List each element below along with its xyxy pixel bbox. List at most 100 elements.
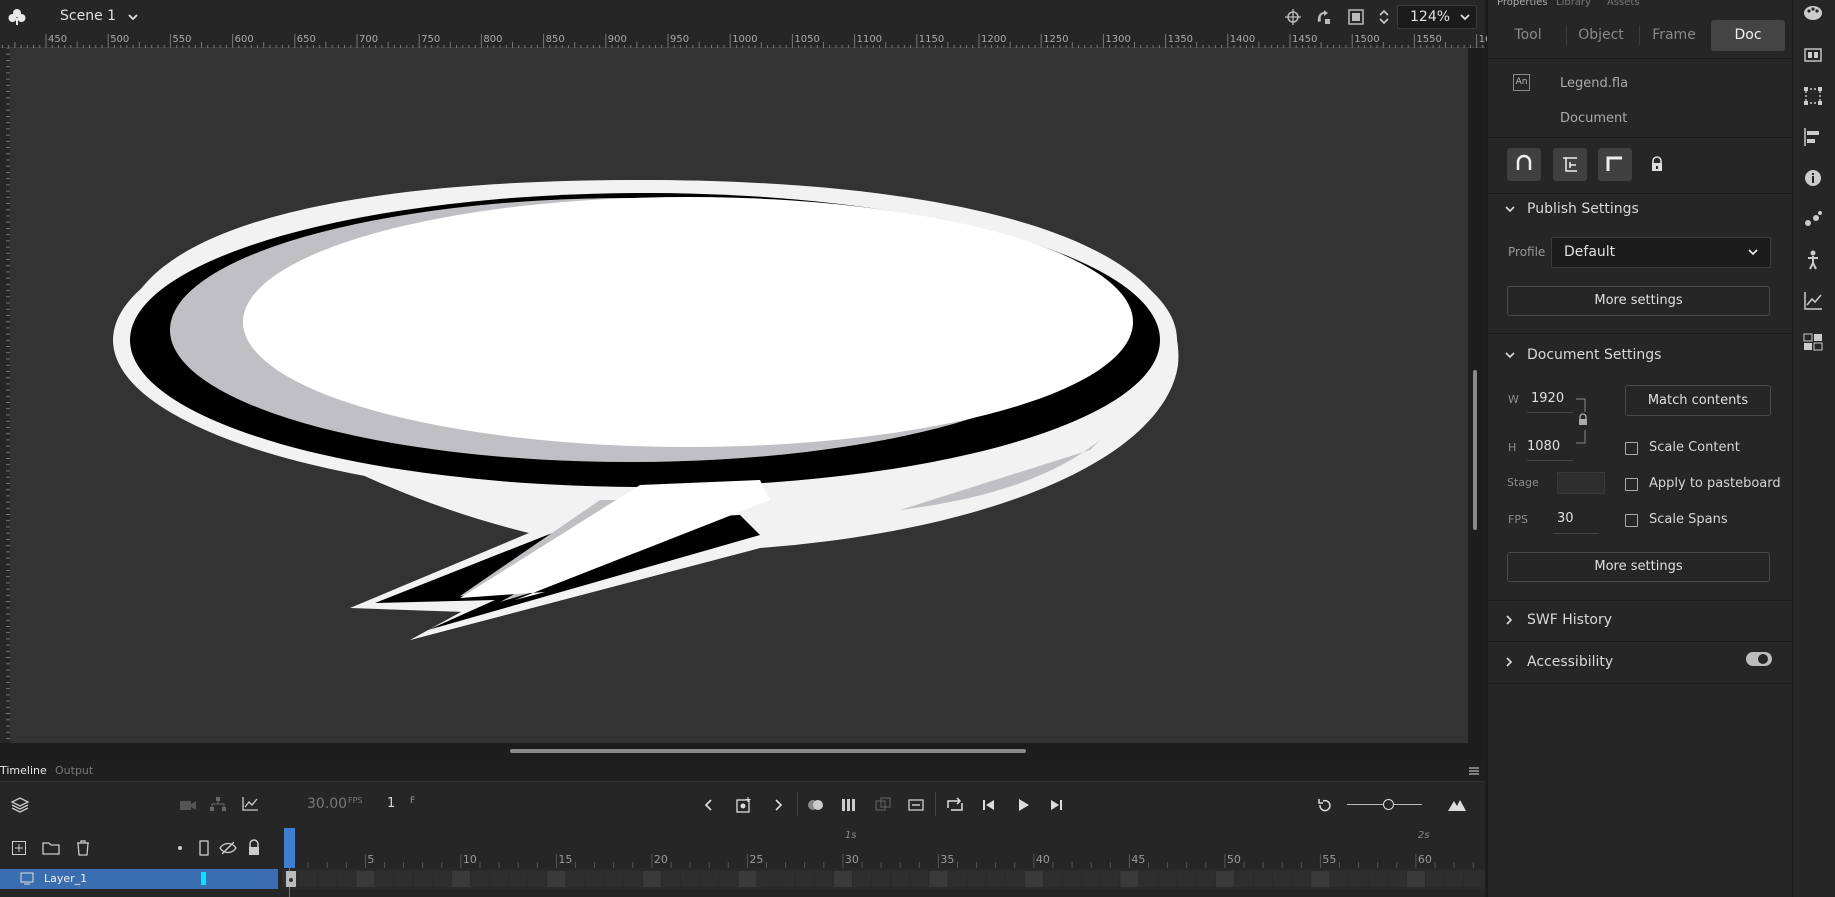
frame-cell[interactable] — [1120, 871, 1139, 887]
tab-output[interactable]: Output — [55, 764, 93, 777]
frame-cell[interactable] — [700, 871, 719, 887]
trash-icon[interactable] — [75, 839, 91, 857]
frame-cell[interactable] — [719, 871, 738, 887]
edit-multiple-frames-icon[interactable] — [840, 796, 858, 814]
frame-cell[interactable] — [451, 871, 470, 887]
frame-cell[interactable] — [776, 871, 795, 887]
frame-cell[interactable] — [394, 871, 413, 887]
current-frame-readout[interactable]: 1 — [387, 796, 395, 811]
width-field[interactable]: 1920 — [1531, 391, 1564, 406]
scale-content-checkbox[interactable] — [1625, 442, 1638, 455]
lock-icon[interactable] — [247, 839, 261, 856]
frame-cell[interactable] — [1445, 871, 1464, 887]
frame-cell[interactable] — [1024, 871, 1043, 887]
show-all-dot-icon[interactable] — [178, 846, 182, 850]
link-dimensions-icon[interactable] — [1575, 398, 1593, 444]
fps-readout[interactable]: 30.00 — [307, 796, 347, 812]
profile-dropdown[interactable]: Default — [1551, 237, 1771, 268]
frame-cell[interactable] — [413, 871, 432, 887]
frame-cell[interactable] — [1387, 871, 1406, 887]
frame-cell[interactable] — [642, 871, 661, 887]
layer-frames-row[interactable] — [282, 869, 1485, 889]
chevron-right-icon[interactable] — [1503, 656, 1515, 668]
frame-cell[interactable] — [967, 871, 986, 887]
stage-canvas[interactable] — [10, 48, 1468, 743]
layer-name[interactable]: Layer_1 — [44, 872, 87, 885]
frame-cell[interactable] — [337, 871, 356, 887]
guides-button[interactable] — [1553, 148, 1587, 181]
frame-cell[interactable] — [661, 871, 681, 887]
layer-color-swatch[interactable] — [201, 872, 206, 885]
step-back-icon[interactable] — [980, 796, 998, 814]
fps-field[interactable]: 30 — [1557, 511, 1574, 526]
frame-cell[interactable] — [1177, 871, 1196, 887]
slider-knob[interactable] — [1383, 799, 1394, 810]
frame-cell[interactable] — [833, 871, 852, 887]
scale-spans-checkbox[interactable] — [1625, 514, 1638, 527]
apply-pasteboard-label[interactable]: Apply to pasteboard — [1649, 476, 1781, 491]
accessibility-title[interactable]: Accessibility — [1527, 654, 1613, 670]
align-icon[interactable] — [1802, 126, 1824, 148]
frame-cell[interactable] — [681, 871, 700, 887]
swf-history-title[interactable]: SWF History — [1527, 612, 1612, 628]
fit-frames-icon[interactable] — [1447, 796, 1467, 814]
frame-cell[interactable] — [1139, 871, 1158, 887]
layer-row[interactable] — [0, 869, 278, 889]
tab-properties[interactable]: Properties — [1497, 0, 1548, 8]
frame-cell[interactable] — [1101, 871, 1120, 887]
tab-library[interactable]: Library — [1556, 0, 1591, 8]
layer-parenting-icon[interactable] — [209, 796, 227, 812]
puppet-icon[interactable] — [1802, 249, 1824, 271]
frame-cell[interactable] — [375, 871, 394, 887]
segment-object[interactable]: Object — [1564, 20, 1638, 51]
frame-cell[interactable] — [566, 871, 585, 887]
chevron-right-icon[interactable] — [1503, 614, 1515, 626]
zoom-stepper-icon[interactable] — [1374, 7, 1394, 27]
convert-frames-icon[interactable] — [907, 796, 925, 814]
segment-tool[interactable]: Tool — [1491, 20, 1565, 51]
chevron-down-icon[interactable] — [1747, 246, 1759, 258]
frame-cell[interactable] — [1330, 871, 1349, 887]
frame-cell[interactable] — [1082, 871, 1101, 887]
height-field[interactable]: 1080 — [1527, 439, 1560, 454]
tab-timeline[interactable]: Timeline — [0, 764, 47, 777]
loop-icon[interactable] — [945, 795, 965, 815]
transform-icon[interactable] — [1802, 85, 1824, 107]
segment-frame[interactable]: Frame — [1637, 20, 1711, 51]
frame-cell[interactable] — [891, 871, 910, 887]
info-icon[interactable] — [1802, 167, 1824, 189]
folder-icon[interactable] — [42, 840, 60, 856]
horizontal-scrollbar[interactable] — [510, 749, 1026, 753]
new-layer-icon[interactable] — [11, 840, 27, 856]
chevron-down-icon[interactable] — [1458, 10, 1472, 24]
vertical-scrollbar[interactable] — [1473, 370, 1477, 530]
scale-spans-label[interactable]: Scale Spans — [1649, 512, 1728, 527]
center-stage-icon[interactable] — [1283, 7, 1303, 27]
frame-cell[interactable] — [738, 871, 757, 887]
frame-cell[interactable] — [1234, 871, 1254, 887]
frame-cell[interactable] — [757, 871, 776, 887]
frame-cell[interactable] — [852, 871, 872, 887]
chevron-right-icon[interactable] — [769, 796, 787, 814]
frame-cell[interactable] — [318, 871, 337, 887]
clip-content-icon[interactable] — [1346, 7, 1366, 27]
layers-icon[interactable] — [10, 795, 30, 815]
apply-pasteboard-checkbox[interactable] — [1625, 478, 1638, 491]
speech-bubble-artwork[interactable] — [10, 48, 1468, 743]
insert-keyframe-icon[interactable] — [734, 795, 754, 815]
frame-cell[interactable] — [1311, 871, 1330, 887]
color-palette-icon[interactable] — [1802, 2, 1824, 24]
frame-cell[interactable] — [490, 871, 509, 887]
stage-color-swatch[interactable] — [1557, 472, 1605, 494]
chevron-left-icon[interactable] — [700, 796, 718, 814]
frame-cell[interactable] — [1349, 871, 1368, 887]
rulers-button[interactable] — [1598, 148, 1632, 181]
frame-cell[interactable] — [509, 871, 528, 887]
graph-icon[interactable] — [241, 796, 259, 812]
chevron-down-icon[interactable] — [126, 10, 140, 24]
motion-editor-icon[interactable] — [1802, 290, 1824, 312]
panel-menu-icon[interactable] — [1468, 765, 1480, 777]
motion-presets-icon[interactable] — [1802, 208, 1824, 230]
frame-cell[interactable] — [986, 871, 1005, 887]
match-contents-button[interactable]: Match contents — [1625, 385, 1771, 416]
